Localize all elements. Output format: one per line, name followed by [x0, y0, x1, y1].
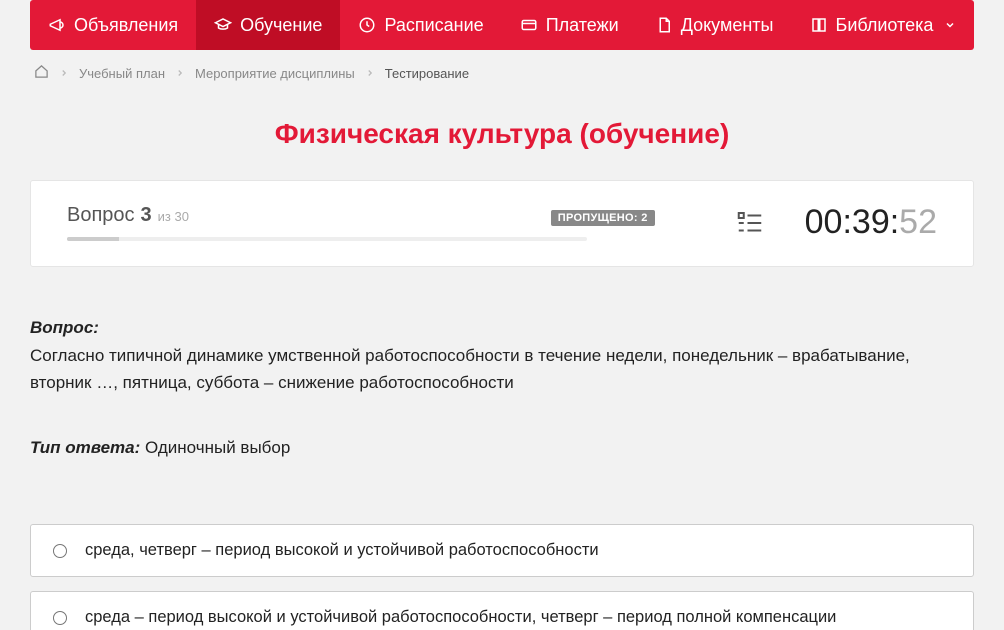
answer-radio[interactable] [53, 611, 67, 625]
chevron-right-icon [175, 66, 185, 81]
progress-fill [67, 237, 119, 241]
answer-type-label: Тип ответа: [30, 438, 140, 457]
book-icon [810, 16, 828, 34]
answer-type-row: Тип ответа: Одиночный выбор [30, 438, 974, 458]
nav-schedule[interactable]: Расписание [340, 0, 501, 50]
breadcrumb-current: Тестирование [385, 66, 469, 81]
question-label: Вопрос [67, 204, 135, 227]
nav-documents[interactable]: Документы [637, 0, 792, 50]
nav-label: Библиотека [836, 15, 934, 36]
chevron-right-icon [59, 66, 69, 81]
breadcrumb-discipline-event[interactable]: Мероприятие дисциплины [195, 66, 355, 81]
document-icon [655, 16, 673, 34]
breadcrumb-home[interactable] [34, 64, 49, 82]
progress-bar [67, 237, 587, 241]
question-heading: Вопрос: [30, 315, 974, 341]
nav-education[interactable]: Обучение [196, 0, 340, 50]
answer-option[interactable]: среда, четверг – период высокой и устойч… [30, 524, 974, 577]
nav-label: Документы [681, 15, 774, 36]
chevron-right-icon [365, 66, 375, 81]
nav-label: Объявления [74, 15, 178, 36]
answer-option[interactable]: среда – период высокой и устойчивой рабо… [30, 591, 974, 630]
nav-label: Обучение [240, 15, 322, 36]
answers-list: среда, четверг – период высокой и устойч… [30, 524, 974, 630]
timer: 00:39:52 [805, 203, 937, 242]
question-of-total: из 30 [158, 209, 189, 224]
main-navbar: Объявления Обучение [30, 0, 974, 50]
question-block: Вопрос: Согласно типичной динамике умств… [30, 315, 974, 396]
page-title: Физическая культура (обучение) [30, 118, 974, 150]
megaphone-icon [48, 16, 66, 34]
chevron-down-icon [941, 16, 959, 34]
nav-label: Расписание [384, 15, 483, 36]
nav-payments[interactable]: Платежи [502, 0, 637, 50]
question-list-icon[interactable] [735, 208, 765, 238]
question-number: 3 [141, 204, 152, 227]
answer-radio[interactable] [53, 544, 67, 558]
nav-library[interactable]: Библиотека [792, 0, 975, 50]
skipped-badge: ПРОПУЩЕНО: 2 [551, 210, 655, 226]
clock-icon [358, 16, 376, 34]
answer-text: среда, четверг – период высокой и устойч… [85, 541, 599, 560]
answer-type-value: Одиночный выбор [145, 438, 290, 457]
breadcrumb: Учебный план Мероприятие дисциплины Тест… [30, 50, 974, 96]
question-status-card: Вопрос 3 из 30 ПРОПУЩЕНО: 2 [30, 180, 974, 267]
timer-main: 00:39: [805, 203, 900, 242]
timer-seconds: 52 [899, 203, 937, 242]
graduation-cap-icon [214, 16, 232, 34]
breadcrumb-study-plan[interactable]: Учебный план [79, 66, 165, 81]
nav-label: Платежи [546, 15, 619, 36]
answer-text: среда – период высокой и устойчивой рабо… [85, 608, 836, 627]
credit-card-icon [520, 16, 538, 34]
page-viewport[interactable]: Объявления Обучение [0, 0, 1004, 630]
question-text: Согласно типичной динамике умственной ра… [30, 343, 974, 396]
home-icon [34, 67, 49, 82]
nav-announcements[interactable]: Объявления [30, 0, 196, 50]
